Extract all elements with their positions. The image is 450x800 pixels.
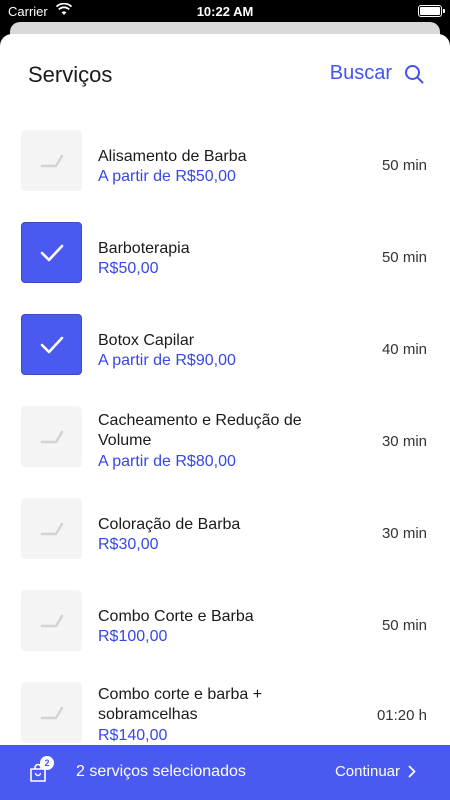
service-name: Alisamento de Barba xyxy=(98,148,247,165)
service-duration: 50 min xyxy=(381,249,427,266)
service-checkbox[interactable] xyxy=(21,406,82,467)
battery-icon xyxy=(418,5,445,17)
service-price: A partir de R$50,00 xyxy=(98,168,236,185)
service-name: Combo corte e barba + sobramcelhas xyxy=(98,686,263,723)
service-name: Barboterapia xyxy=(98,240,190,257)
sheet-header: Serviços Buscar xyxy=(0,34,450,114)
list-item[interactable]: Cacheamento e Redução de Volume A partir… xyxy=(0,406,450,498)
service-duration: 01:20 h xyxy=(376,707,427,724)
list-item[interactable]: Combo Corte e Barba R$100,00 50 min xyxy=(0,590,450,682)
service-checkbox[interactable] xyxy=(21,590,82,651)
service-price: A partir de R$90,00 xyxy=(98,352,236,369)
service-price: A partir de R$80,00 xyxy=(98,453,236,470)
service-duration: 30 min xyxy=(381,525,427,542)
unchecked-mark-icon xyxy=(40,430,63,443)
selection-footer: 2 2 serviços selecionados Continuar xyxy=(0,745,450,800)
service-checkbox[interactable] xyxy=(21,222,82,283)
search-label: Buscar xyxy=(329,62,392,84)
chevron-right-icon xyxy=(408,765,416,778)
service-name: Botox Capilar xyxy=(98,332,195,349)
service-price: R$30,00 xyxy=(98,536,159,553)
service-name: Coloração de Barba xyxy=(98,516,241,533)
list-item[interactable]: Barboterapia R$50,00 50 min xyxy=(0,222,450,314)
search-button[interactable]: Buscar xyxy=(330,62,424,85)
continue-label: Continuar xyxy=(334,763,400,780)
service-checkbox[interactable] xyxy=(21,130,82,191)
clock: 10:22 AM xyxy=(196,4,254,19)
service-price: R$100,00 xyxy=(98,628,168,645)
service-price: R$50,00 xyxy=(98,260,159,277)
unchecked-mark-icon xyxy=(40,154,63,167)
selected-count-badge: 2 xyxy=(40,756,54,770)
service-name: Cacheamento e Redução de Volume xyxy=(98,412,302,449)
service-checkbox[interactable] xyxy=(21,682,82,743)
unchecked-mark-icon xyxy=(40,706,63,719)
service-duration: 50 min xyxy=(381,617,427,634)
services-sheet: Serviços Buscar Alisamento de Barba A pa… xyxy=(0,34,450,800)
list-item[interactable]: Botox Capilar A partir de R$90,00 40 min xyxy=(0,314,450,406)
unchecked-mark-icon xyxy=(40,614,63,627)
page-title: Serviços xyxy=(28,62,113,87)
service-duration: 30 min xyxy=(381,433,427,450)
unchecked-mark-icon xyxy=(40,522,63,535)
checkmark-icon xyxy=(40,336,63,353)
search-icon xyxy=(405,64,424,83)
list-item[interactable]: Alisamento de Barba A partir de R$50,00 … xyxy=(0,130,450,222)
list-item[interactable]: Coloração de Barba R$30,00 30 min xyxy=(0,498,450,590)
status-bar: Carrier 10:22 AM xyxy=(0,0,450,22)
service-duration: 40 min xyxy=(381,341,427,358)
service-checkbox[interactable] xyxy=(21,314,82,375)
selected-services-text: 2 serviços selecionados xyxy=(76,763,246,780)
service-name: Combo Corte e Barba xyxy=(98,608,254,625)
checkmark-icon xyxy=(40,244,63,261)
continue-button[interactable]: Continuar xyxy=(335,763,416,780)
service-price: R$140,00 xyxy=(98,727,168,744)
service-duration: 50 min xyxy=(381,157,427,174)
service-checkbox[interactable] xyxy=(21,498,82,559)
